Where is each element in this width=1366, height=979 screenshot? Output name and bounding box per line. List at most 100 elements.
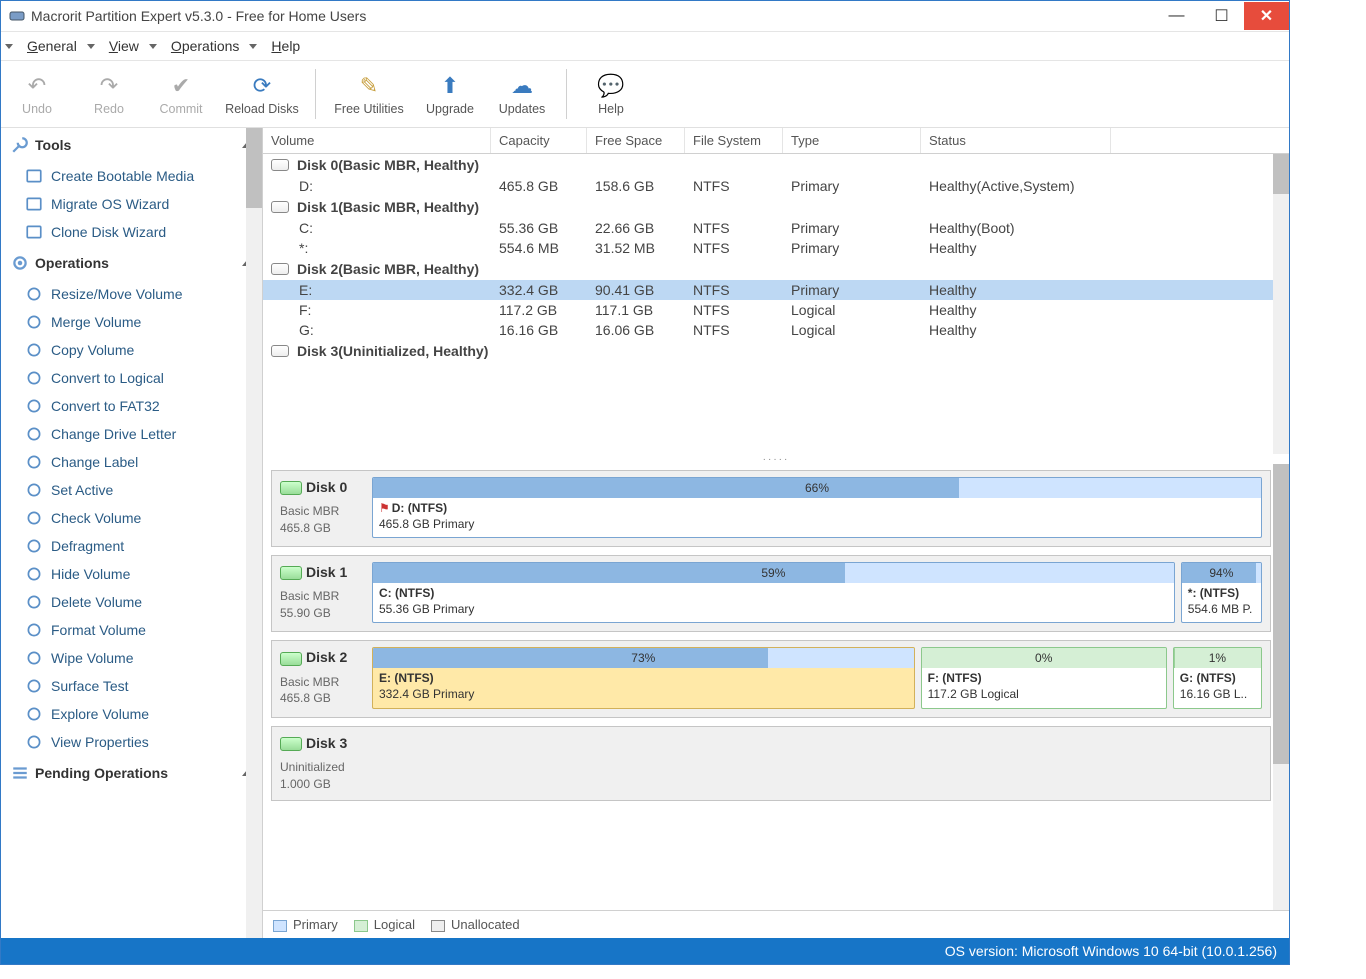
disk-header[interactable]: Disk 0(Basic MBR, Healthy) xyxy=(263,154,1273,176)
op-icon xyxy=(25,369,43,387)
sidebar-item[interactable]: Change Label xyxy=(1,448,262,476)
partition[interactable]: 94%*: (NTFS)554.6 MB P. xyxy=(1181,562,1262,623)
sidebar-item[interactable]: Change Drive Letter xyxy=(1,420,262,448)
disk-info: Disk 3Uninitialized1.000 GB xyxy=(280,733,364,793)
table-row[interactable]: G:16.16 GB16.06 GBNTFSLogicalHealthy xyxy=(263,320,1273,340)
sidebar-item[interactable]: Copy Volume xyxy=(1,336,262,364)
cell-type: Primary xyxy=(783,220,921,236)
disk-map[interactable]: Disk 0Basic MBR465.8 GB66%⚑D: (NTFS)465.… xyxy=(263,464,1289,910)
close-button[interactable]: ✕ xyxy=(1244,2,1289,30)
sidebar-item[interactable]: Migrate OS Wizard xyxy=(1,190,262,218)
minimize-button[interactable]: — xyxy=(1154,2,1199,30)
sidebar-item-label: Migrate OS Wizard xyxy=(51,196,169,212)
partition[interactable]: 59%C: (NTFS)55.36 GB Primary xyxy=(372,562,1175,623)
table-row[interactable]: *:554.6 MB31.52 MBNTFSPrimaryHealthy xyxy=(263,238,1273,258)
menu-general[interactable]: General xyxy=(21,36,83,56)
sidebar-item[interactable]: Defragment xyxy=(1,532,262,560)
sidebar-item[interactable]: Wipe Volume xyxy=(1,644,262,672)
disk-block[interactable]: Disk 0Basic MBR465.8 GB66%⚑D: (NTFS)465.… xyxy=(271,470,1271,547)
sidebar-item[interactable]: Clone Disk Wizard xyxy=(1,218,262,246)
cell-type: Logical xyxy=(783,302,921,318)
splitter[interactable]: ····· xyxy=(263,454,1289,464)
sidebar-item-label: View Properties xyxy=(51,734,149,750)
disk-block[interactable]: Disk 2Basic MBR465.8 GB73%E: (NTFS)332.4… xyxy=(271,640,1271,717)
menu-operations[interactable]: Operations xyxy=(165,36,245,56)
sidebar-item-label: Set Active xyxy=(51,482,113,498)
disk-icon xyxy=(280,481,302,495)
sidebar-item[interactable]: Resize/Move Volume xyxy=(1,280,262,308)
sidebar-item[interactable]: Merge Volume xyxy=(1,308,262,336)
sidebar-section-operations[interactable]: Operations xyxy=(1,246,262,280)
upgrade-button[interactable]: ⬆Upgrade xyxy=(414,65,486,123)
sidebar-section-tools[interactable]: Tools xyxy=(1,128,262,162)
disk-block[interactable]: Disk 1Basic MBR55.90 GB59%C: (NTFS)55.36… xyxy=(271,555,1271,632)
disk-block[interactable]: Disk 3Uninitialized1.000 GB xyxy=(271,726,1271,802)
partition[interactable]: 0%F: (NTFS)117.2 GB Logical xyxy=(921,647,1167,708)
sidebar-item[interactable]: Hide Volume xyxy=(1,560,262,588)
cell-type: Primary xyxy=(783,178,921,194)
reload-button[interactable]: ⟳Reload Disks xyxy=(217,65,307,123)
usage-bar: 73% xyxy=(373,648,914,668)
op-icon xyxy=(25,285,43,303)
scrollbar[interactable] xyxy=(246,128,262,938)
table-row[interactable]: F:117.2 GB117.1 GBNTFSLogicalHealthy xyxy=(263,300,1273,320)
sidebar-section-pending[interactable]: Pending Operations xyxy=(1,756,262,790)
undo-button[interactable]: ↶Undo xyxy=(1,65,73,123)
updates-button[interactable]: ☁Updates xyxy=(486,65,558,123)
sidebar-item[interactable]: Convert to FAT32 xyxy=(1,392,262,420)
disk-header[interactable]: Disk 2(Basic MBR, Healthy) xyxy=(263,258,1273,280)
sidebar-item[interactable]: Create Bootable Media xyxy=(1,162,262,190)
free-utilities-button[interactable]: ✎Free Utilities xyxy=(324,65,414,123)
sidebar-item[interactable]: Format Volume xyxy=(1,616,262,644)
sidebar-item[interactable]: Explore Volume xyxy=(1,700,262,728)
partition[interactable]: 73%E: (NTFS)332.4 GB Primary xyxy=(372,647,915,708)
table-row[interactable]: E:332.4 GB90.41 GBNTFSPrimaryHealthy xyxy=(263,280,1273,300)
cell-status: Healthy(Active,System) xyxy=(921,178,1111,194)
statusbar: OS version: Microsoft Windows 10 64-bit … xyxy=(1,938,1289,964)
column-type[interactable]: Type xyxy=(783,128,921,153)
disk-header[interactable]: Disk 1(Basic MBR, Healthy) xyxy=(263,196,1273,218)
disk-header[interactable]: Disk 3(Uninitialized, Healthy) xyxy=(263,340,1273,362)
reload-icon: ⟳ xyxy=(248,72,276,100)
op-icon xyxy=(25,621,43,639)
sidebar-item-label: Convert to Logical xyxy=(51,370,164,386)
column-capacity[interactable]: Capacity xyxy=(491,128,587,153)
scrollbar[interactable] xyxy=(1273,154,1289,454)
volume-table[interactable]: Disk 0(Basic MBR, Healthy)D:465.8 GB158.… xyxy=(263,154,1289,454)
sidebar-item[interactable]: Check Volume xyxy=(1,504,262,532)
cell-free: 31.52 MB xyxy=(587,240,685,256)
sidebar-item-label: Merge Volume xyxy=(51,314,141,330)
op-icon xyxy=(25,397,43,415)
scrollbar[interactable] xyxy=(1273,464,1289,910)
usage-bar: 0% xyxy=(922,648,1166,668)
usage-bar: 94% xyxy=(1182,563,1261,583)
sidebar-item-label: Create Bootable Media xyxy=(51,168,194,184)
table-row[interactable]: D:465.8 GB158.6 GBNTFSPrimaryHealthy(Act… xyxy=(263,176,1273,196)
list-icon xyxy=(11,764,29,782)
column-status[interactable]: Status xyxy=(921,128,1111,153)
os-version: OS version: Microsoft Windows 10 64-bit … xyxy=(945,943,1277,959)
sidebar-item-label: Defragment xyxy=(51,538,124,554)
sidebar-item[interactable]: Convert to Logical xyxy=(1,364,262,392)
menu-help[interactable]: Help xyxy=(265,36,306,56)
column-free[interactable]: Free Space xyxy=(587,128,685,153)
op-icon xyxy=(25,705,43,723)
commit-button[interactable]: ✔Commit xyxy=(145,65,217,123)
sidebar: Tools Create Bootable Media Migrate OS Wi… xyxy=(1,128,263,938)
help-button[interactable]: 💬Help xyxy=(575,65,647,123)
tool-icon xyxy=(25,195,43,213)
menu-view[interactable]: View xyxy=(103,36,145,56)
sidebar-item[interactable]: Surface Test xyxy=(1,672,262,700)
column-volume[interactable]: Volume xyxy=(263,128,491,153)
disk-info: Disk 1Basic MBR55.90 GB xyxy=(280,562,364,623)
partition[interactable]: 66%⚑D: (NTFS)465.8 GB Primary xyxy=(372,477,1262,538)
op-icon xyxy=(25,649,43,667)
partition[interactable]: 1%G: (NTFS)16.16 GB L.. xyxy=(1173,647,1262,708)
sidebar-item[interactable]: Delete Volume xyxy=(1,588,262,616)
redo-button[interactable]: ↷Redo xyxy=(73,65,145,123)
sidebar-item[interactable]: View Properties xyxy=(1,728,262,756)
column-fs[interactable]: File System xyxy=(685,128,783,153)
table-row[interactable]: C:55.36 GB22.66 GBNTFSPrimaryHealthy(Boo… xyxy=(263,218,1273,238)
sidebar-item[interactable]: Set Active xyxy=(1,476,262,504)
maximize-button[interactable]: ☐ xyxy=(1199,2,1244,30)
